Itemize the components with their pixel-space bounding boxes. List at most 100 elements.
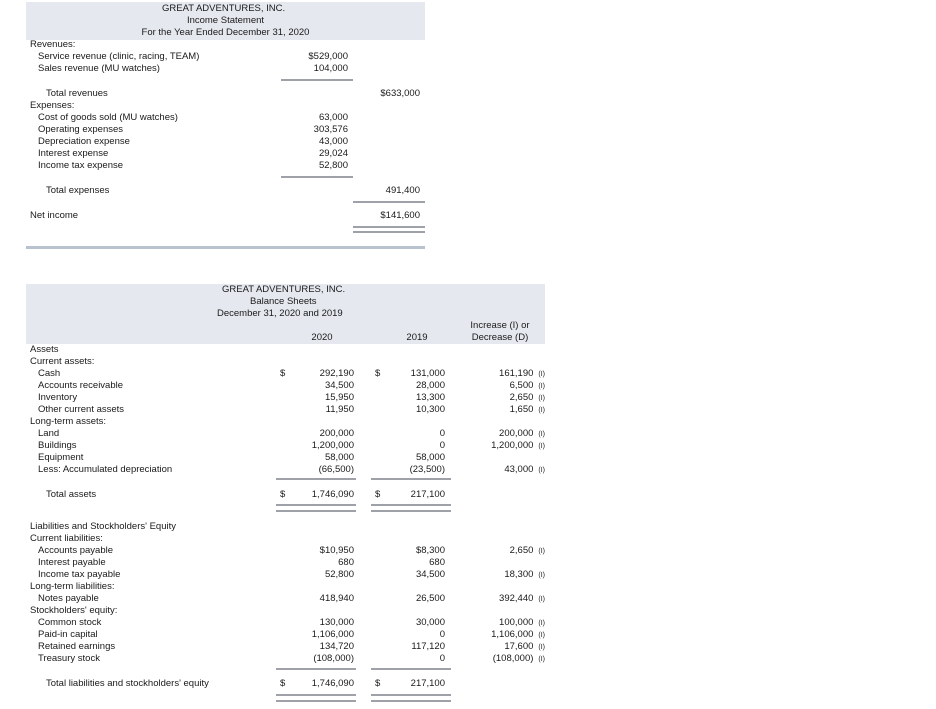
value-change: 2,650 (I) (509, 545, 545, 556)
value-2020: 15,950 (324, 392, 354, 403)
value-change: 43,000 (I) (504, 464, 545, 475)
line-item-label: Less: Accumulated depreciation (38, 464, 173, 475)
line-item-label: Treasury stock (38, 653, 100, 664)
line-item-label: Interest payable (38, 557, 106, 568)
value-2020: 134,720 (319, 641, 354, 652)
dollar-sign: $ (375, 489, 381, 500)
total-expenses-value: 491,400 (385, 185, 420, 196)
value-2020: (108,000) (313, 653, 354, 664)
long-term-liabilities-label: Long-term liabilities: (30, 581, 115, 592)
service-revenue-label: Service revenue (clinic, racing, TEAM) (38, 51, 200, 62)
expense-label: Cost of goods sold (MU watches) (38, 112, 178, 123)
line-item-label: Land (38, 428, 60, 439)
bs-period: December 31, 2020 and 2019 (217, 308, 343, 319)
value-2019: 58,000 (415, 452, 445, 463)
service-revenue-value: $529,000 (308, 51, 348, 62)
current-assets-label: Current assets: (30, 356, 95, 367)
value-2020: 1,106,000 (311, 629, 354, 640)
liabilities-equity-label: Liabilities and Stockholders' Equity (30, 521, 176, 532)
dollar-sign: $ (280, 489, 286, 500)
value-2020: 58,000 (324, 452, 354, 463)
revenue-subtotal-rule (281, 79, 353, 81)
line-item-label: Retained earnings (38, 641, 116, 652)
net-income-value: $141,600 (380, 210, 420, 221)
total-liab-equity-double-rule (371, 700, 451, 702)
expense-subtotal-rule (281, 176, 353, 178)
total-liab-equity-double-rule (276, 700, 356, 702)
value-2019: 0 (439, 428, 445, 439)
expense-value: 43,000 (318, 136, 348, 147)
value-change: 392,440 (I) (499, 593, 545, 604)
value-2020: 11,950 (325, 404, 354, 415)
dollar-sign: $ (375, 678, 381, 689)
total-liab-equity-double-rule (371, 694, 451, 696)
line-item-label: Buildings (38, 440, 77, 451)
value-change: 18,300 (I) (504, 569, 545, 580)
total-expenses-label: Total expenses (46, 185, 110, 196)
bs-company-name: GREAT ADVENTURES, INC. (222, 284, 346, 295)
expense-value: 29,024 (318, 148, 348, 159)
total-assets-2020: 1,746,090 (311, 489, 354, 500)
line-item-label: Income tax payable (38, 569, 121, 580)
value-2019: 0 (439, 653, 445, 664)
value-change: 1,200,000 (I) (491, 440, 545, 451)
value-2020: 130,000 (319, 617, 354, 628)
value-2019: 680 (429, 557, 445, 568)
value-2020: 1,200,000 (311, 440, 354, 451)
value-2020: 34,500 (324, 380, 354, 391)
assets-label: Assets (30, 344, 59, 355)
value-2019: 10,300 (415, 404, 445, 415)
company-name: GREAT ADVENTURES, INC. (162, 3, 286, 14)
value-2020: $10,950 (319, 545, 354, 556)
expenses-label: Expenses: (30, 100, 75, 111)
dollar-sign: $ (280, 368, 286, 379)
section-divider (26, 246, 425, 249)
total-liab-equity-2020: 1,746,090 (311, 678, 354, 689)
line-item-label: Equipment (38, 452, 84, 463)
value-2020: 292,190 (319, 368, 354, 379)
value-2020: 52,800 (324, 569, 354, 580)
long-term-assets-label: Long-term assets: (30, 416, 107, 427)
dollar-sign: $ (375, 368, 381, 379)
total-revenues-value: $633,000 (380, 88, 420, 99)
value-2020: 200,000 (319, 428, 354, 439)
value-2019: 131,000 (410, 368, 445, 379)
line-item-label: Inventory (38, 392, 78, 403)
value-2019: 30,000 (415, 617, 445, 628)
line-item-label: Accounts receivable (38, 380, 124, 391)
expense-label: Income tax expense (38, 160, 124, 171)
current-liabilities-label: Current liabilities: (30, 533, 103, 544)
line-item-label: Accounts payable (38, 545, 113, 556)
assets-subtotal-rule (276, 478, 356, 480)
col-2019-header: 2019 (406, 332, 428, 343)
value-2019: 0 (439, 440, 445, 451)
value-2019: 117,120 (411, 641, 445, 652)
total-expenses-rule (353, 201, 425, 203)
statement-period: For the Year Ended December 31, 2020 (141, 27, 310, 38)
line-item-label: Other current assets (38, 404, 125, 415)
total-revenues-label: Total revenues (46, 88, 108, 99)
net-income-label: Net income (30, 210, 79, 221)
value-2020: 680 (338, 557, 354, 568)
equity-subtotal-rule (371, 668, 451, 670)
equity-label: Stockholders' equity: (30, 605, 118, 616)
assets-subtotal-rule (371, 478, 451, 480)
net-income-double-rule (353, 226, 425, 228)
value-2019: $8,300 (415, 545, 445, 556)
expense-value: 52,800 (318, 160, 348, 171)
value-change: (108,000) (I) (492, 653, 545, 664)
net-income-double-rule (353, 231, 425, 233)
value-2019: 28,000 (415, 380, 445, 391)
total-liab-equity-double-rule (276, 694, 356, 696)
total-assets-double-rule (371, 504, 451, 506)
value-2019: 34,500 (415, 569, 445, 580)
expense-label: Depreciation expense (38, 136, 130, 147)
value-2019: 0 (439, 629, 445, 640)
sales-revenue-label: Sales revenue (MU watches) (38, 63, 160, 74)
col-change-header: Increase (I) or (470, 320, 530, 331)
value-change: 1,650 (I) (509, 404, 545, 415)
expense-value: 303,576 (313, 124, 348, 135)
value-2019: 26,500 (415, 593, 445, 604)
expense-label: Interest expense (38, 148, 109, 159)
equity-subtotal-rule (276, 668, 356, 670)
